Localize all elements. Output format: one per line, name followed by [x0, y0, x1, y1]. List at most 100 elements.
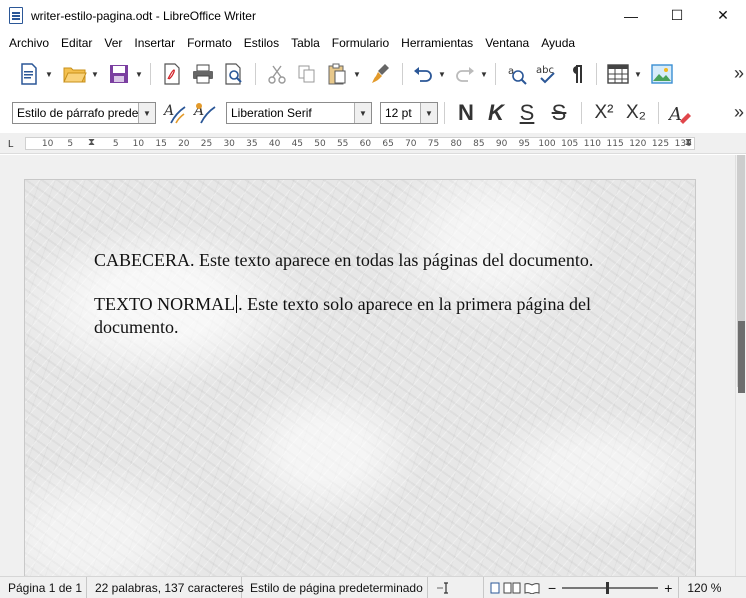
zoom-slider-knob[interactable]: [606, 581, 610, 594]
menu-ver[interactable]: Ver: [98, 31, 128, 55]
subscript-button[interactable]: X₂: [620, 99, 652, 127]
printer-icon: [193, 64, 213, 84]
chevron-down-icon[interactable]: ▼: [479, 70, 489, 79]
chevron-down-icon[interactable]: ▼: [134, 70, 144, 79]
formatting-toolbar-overflow[interactable]: »: [734, 102, 744, 123]
open-button[interactable]: [60, 60, 90, 88]
pdf-icon: [164, 63, 180, 85]
chevron-down-icon[interactable]: ▼: [352, 70, 362, 79]
ruler-tick-label: 115: [606, 139, 624, 149]
redo-icon: [456, 67, 474, 82]
ruler-tick-label: 5: [67, 139, 74, 149]
menu-ayuda[interactable]: Ayuda: [535, 31, 581, 55]
italic-button[interactable]: K: [481, 99, 511, 127]
bold-button[interactable]: N: [451, 99, 481, 127]
page[interactable]: CABECERA. Este texto aparece en todas la…: [24, 179, 696, 576]
indent-marker[interactable]: ⧗: [88, 137, 95, 148]
ruler-tick-label: 40: [268, 139, 281, 149]
vertical-scrollbar[interactable]: [735, 155, 746, 576]
redo-button[interactable]: [451, 60, 479, 88]
superscript-button[interactable]: X²: [588, 99, 620, 127]
find-replace-button[interactable]: a: [502, 60, 532, 88]
header-text[interactable]: CABECERA. Este texto aparece en todas la…: [94, 250, 593, 271]
view-layout-buttons: [484, 577, 546, 598]
superscript-label: X²: [594, 102, 614, 123]
underline-button[interactable]: S: [511, 99, 543, 127]
chevron-down-icon[interactable]: ▼: [354, 103, 371, 123]
paste-button[interactable]: [322, 60, 352, 88]
chevron-down-icon[interactable]: ▼: [44, 70, 54, 79]
zoom-slider[interactable]: [562, 581, 659, 594]
chevron-down-icon[interactable]: ▼: [420, 103, 437, 123]
menu-formulario[interactable]: Formulario: [326, 31, 395, 55]
menu-estilos[interactable]: Estilos: [238, 31, 285, 55]
body-text-after-cursor: . Este texto solo aparece en la primera …: [238, 294, 592, 314]
menu-ventana[interactable]: Ventana: [479, 31, 535, 55]
strikethrough-button[interactable]: S: [543, 99, 575, 127]
font-name-combo[interactable]: Liberation Serif ▼: [226, 102, 372, 124]
single-page-view-icon[interactable]: [490, 582, 500, 594]
clear-formatting-button[interactable]: A: [665, 99, 695, 127]
update-style-button[interactable]: A: [160, 99, 190, 127]
zoom-level[interactable]: 120 %: [678, 576, 729, 598]
ruler-tick-label: 35: [246, 139, 258, 149]
save-button[interactable]: [104, 60, 134, 88]
writer-document-icon: [9, 7, 23, 24]
tab-stop-icon[interactable]: L: [8, 139, 14, 150]
undo-button[interactable]: [409, 60, 437, 88]
insert-table-button[interactable]: [603, 60, 633, 88]
copy-button[interactable]: [292, 60, 322, 88]
save-icon: [110, 65, 128, 83]
menu-bar: Archivo Editar Ver Insertar Formato Esti…: [0, 31, 746, 55]
print-button[interactable]: [187, 60, 219, 88]
zoom-out-button[interactable]: −: [546, 580, 558, 596]
status-page[interactable]: Página 1 de 1: [0, 576, 87, 598]
status-word-count[interactable]: 22 palabras, 137 caracteres: [87, 576, 244, 598]
menu-insertar[interactable]: Insertar: [128, 31, 181, 55]
status-insert-mode[interactable]: [428, 576, 484, 598]
sidebar-grip-handle[interactable]: [738, 321, 745, 393]
zoom-in-button[interactable]: +: [662, 580, 678, 596]
new-document-icon: [21, 63, 37, 85]
export-pdf-button[interactable]: [157, 60, 187, 88]
chevron-down-icon[interactable]: ▼: [90, 70, 100, 79]
document-area[interactable]: CABECERA. Este texto aparece en todas la…: [0, 155, 735, 576]
menu-archivo[interactable]: Archivo: [3, 31, 55, 55]
menu-herramientas[interactable]: Herramientas: [395, 31, 479, 55]
minimize-button[interactable]: —: [608, 0, 654, 31]
status-page-style[interactable]: Estilo de página predeterminado: [242, 576, 428, 598]
ruler-tick-label: 5: [112, 139, 119, 149]
ruler-tick-label: 110: [583, 139, 601, 149]
menu-formato[interactable]: Formato: [181, 31, 238, 55]
toolbar-overflow-button[interactable]: »: [734, 63, 744, 84]
clone-formatting-button[interactable]: [366, 60, 396, 88]
horizontal-ruler[interactable]: L 10 5 5 10 15 20 25 30 35 40 45 50 55 60 65 70 75 80 85 90…: [0, 133, 746, 154]
ruler-tick-label: 85: [473, 139, 485, 149]
subscript-label: X₂: [625, 102, 647, 123]
spelling-button[interactable]: abc: [532, 60, 562, 88]
new-document-button[interactable]: [14, 60, 44, 88]
menu-editar[interactable]: Editar: [55, 31, 98, 55]
right-indent-marker[interactable]: ⧗: [685, 137, 692, 148]
chevron-down-icon[interactable]: ▼: [633, 70, 643, 79]
print-preview-button[interactable]: [219, 60, 249, 88]
maximize-button[interactable]: ☐: [654, 0, 700, 31]
paragraph-style-combo[interactable]: Estilo de párrafo predet ▼: [12, 102, 156, 124]
chevron-down-icon[interactable]: ▼: [437, 70, 447, 79]
menu-tabla[interactable]: Tabla: [285, 31, 326, 55]
body-paragraph-line1[interactable]: TEXTO NORMAL. Este texto solo aparece en…: [94, 294, 591, 315]
ruler-tick-label: 65: [382, 139, 394, 149]
insert-image-button[interactable]: [647, 60, 677, 88]
font-size-combo[interactable]: 12 pt ▼: [380, 102, 438, 124]
toolbar-separator: [255, 63, 256, 85]
cut-button[interactable]: [262, 60, 292, 88]
chevron-down-icon[interactable]: ▼: [138, 103, 155, 123]
multi-page-view-icon[interactable]: [503, 582, 521, 594]
book-view-icon[interactable]: [524, 582, 540, 594]
formatting-marks-button[interactable]: [562, 60, 590, 88]
new-style-button[interactable]: A: [190, 99, 220, 127]
ruler-tick-label: 60: [359, 139, 372, 149]
toolbar-separator: [658, 102, 659, 124]
close-button[interactable]: ✕: [700, 0, 746, 31]
body-paragraph-line2[interactable]: documento.: [94, 317, 178, 338]
